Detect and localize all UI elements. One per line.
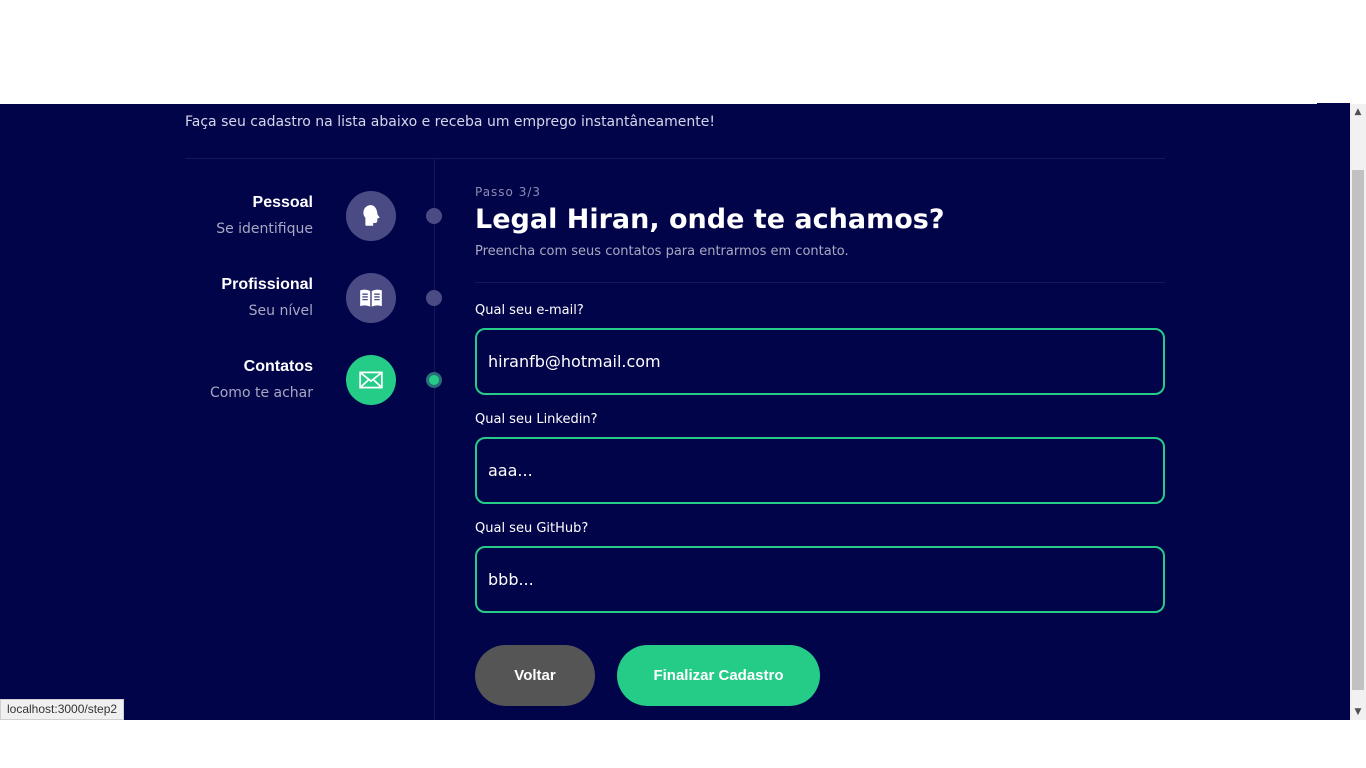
book-icon [346,273,396,323]
finish-button[interactable]: Finalizar Cadastro [617,645,820,706]
step-subtitle: Seu nível [248,303,313,319]
email-field[interactable]: hiranfb@hotmail.com [475,328,1165,395]
form-description: Preencha com seus contatos para entrarmo… [475,244,849,259]
step-subtitle: Se identifique [216,221,313,237]
divider [185,158,1165,159]
page-title: Legal Hiran, onde te achamos? [475,204,945,235]
step-contatos[interactable]: Contatos Como te achar [185,355,442,405]
step-pessoal[interactable]: Pessoal Se identifique [185,191,442,241]
page-viewport: Faça seu cadastro na lista abaixo e rece… [0,104,1350,720]
step-dot [426,208,442,224]
step-profissional[interactable]: Profissional Seu nível [185,273,442,323]
head-icon [346,191,396,241]
status-url: localhost:3000/step2 [0,699,125,720]
steps-divider [434,159,435,720]
page-subtitle: Faça seu cadastro na lista abaixo e rece… [185,114,715,130]
step-title: Profissional [221,276,313,293]
step-indicator: Passo 3/3 [475,185,542,199]
step-dot [426,290,442,306]
divider [475,282,1165,283]
vertical-scrollbar[interactable]: ▲ ▼ [1350,104,1366,720]
scroll-up-icon[interactable]: ▲ [1350,104,1366,120]
step-dot-active [426,372,442,388]
linkedin-label: Qual seu Linkedin? [475,412,598,427]
github-label: Qual seu GitHub? [475,521,589,536]
scroll-down-icon[interactable]: ▼ [1350,704,1366,720]
step-title: Pessoal [252,194,313,211]
scrollbar-thumb[interactable] [1352,170,1364,690]
step-title: Contatos [243,358,313,375]
github-field[interactable]: bbb... [475,546,1165,613]
mail-icon [346,355,396,405]
step-subtitle: Como te achar [209,385,313,401]
linkedin-field[interactable]: aaa... [475,437,1165,504]
back-button[interactable]: Voltar [475,645,595,706]
email-label: Qual seu e-mail? [475,303,584,318]
